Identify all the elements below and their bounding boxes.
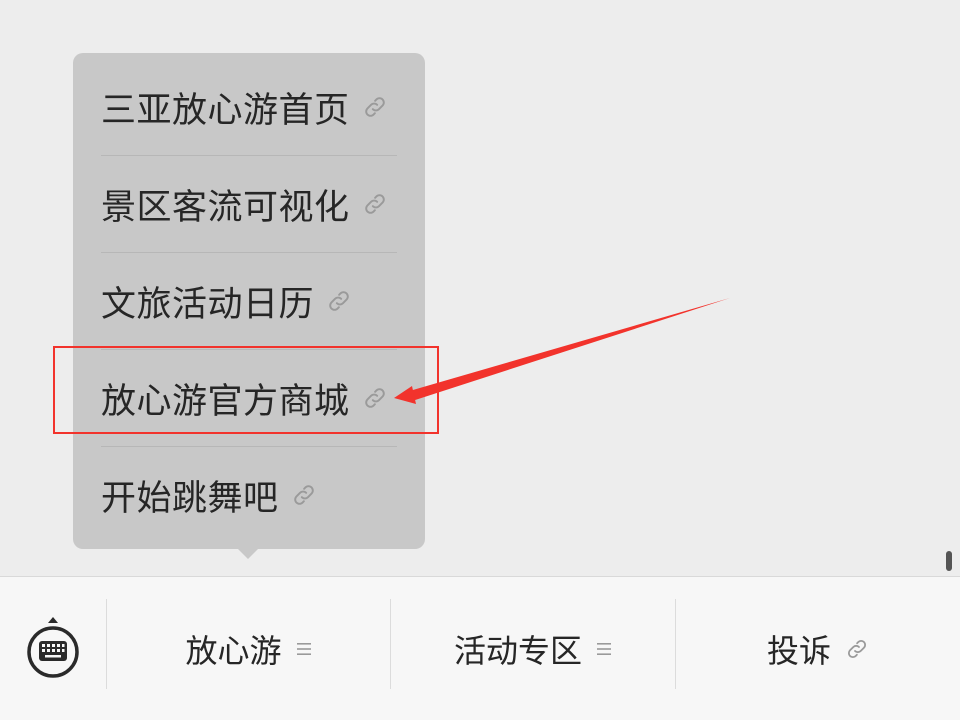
- popup-pointer: [236, 547, 260, 559]
- screen: 三亚放心游首页 景区客流可视化 文旅活动日历 放心游官方商城 开始跳舞吧 放心游…: [0, 0, 960, 720]
- menu-item-event-calendar[interactable]: 文旅活动日历: [101, 253, 397, 349]
- link-icon: [845, 637, 869, 661]
- tab-label: 投诉: [766, 631, 831, 670]
- tab-complaint[interactable]: 投诉: [676, 577, 960, 720]
- popup-menu: 三亚放心游首页 景区客流可视化 文旅活动日历 放心游官方商城 开始跳舞吧: [73, 53, 425, 549]
- link-icon: [362, 191, 388, 217]
- link-icon: [326, 288, 352, 314]
- bottom-menu-bar: 放心游 活动专区 投诉: [0, 576, 960, 720]
- tab-activity-zone[interactable]: 活动专区: [391, 577, 675, 720]
- highlight-box: [53, 346, 439, 434]
- menu-item-label: 景区客流可视化: [101, 187, 350, 228]
- menu-lines-icon: [596, 641, 612, 657]
- tab-label: 活动专区: [453, 631, 582, 670]
- keyboard-toggle-button[interactable]: [0, 577, 106, 720]
- menu-item-visitor-flow[interactable]: 景区客流可视化: [101, 156, 397, 252]
- menu-lines-icon: [296, 641, 312, 657]
- menu-item-label: 文旅活动日历: [101, 284, 315, 325]
- keyboard-icon: [24, 614, 82, 684]
- menu-item-dance[interactable]: 开始跳舞吧: [101, 447, 397, 543]
- menu-item-label: 三亚放心游首页: [101, 90, 350, 131]
- link-icon: [291, 482, 317, 508]
- tab-label: 放心游: [185, 631, 282, 670]
- tab-fangxinyou[interactable]: 放心游: [107, 577, 390, 720]
- scroll-indicator[interactable]: [946, 551, 952, 571]
- menu-item-home[interactable]: 三亚放心游首页: [101, 59, 397, 155]
- link-icon: [362, 94, 388, 120]
- menu-item-label: 开始跳舞吧: [101, 478, 279, 519]
